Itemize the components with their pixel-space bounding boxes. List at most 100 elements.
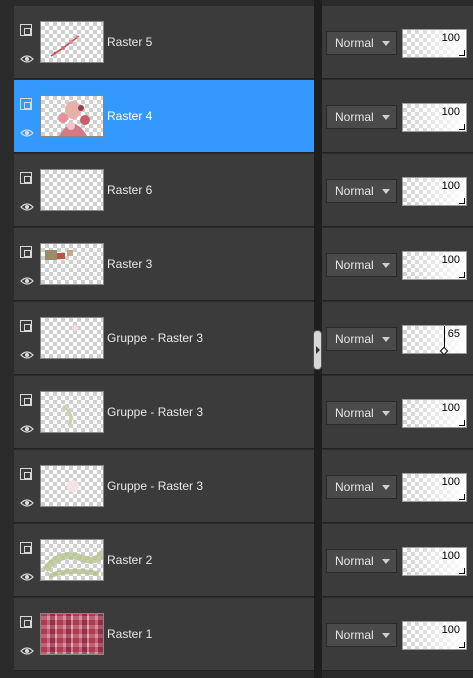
blend-mode-select[interactable]: Normal xyxy=(326,105,397,129)
chevron-down-icon xyxy=(382,411,390,416)
opacity-field[interactable]: 100 xyxy=(402,177,467,206)
opacity-field[interactable]: 65 xyxy=(402,325,467,356)
left-gutter xyxy=(0,0,14,678)
chevron-down-icon xyxy=(382,263,390,268)
layer-thumbnail xyxy=(40,169,104,211)
blend-mode-value: Normal xyxy=(335,554,374,568)
blend-mode-value: Normal xyxy=(335,332,374,346)
opacity-field[interactable]: 100 xyxy=(402,251,467,280)
blend-mode-value: Normal xyxy=(335,36,374,50)
eye-icon[interactable] xyxy=(20,572,34,582)
resize-corner xyxy=(459,642,465,648)
layers-list: Raster 5 Raster 4 Raster 6 Raster 3 Gruppe -… xyxy=(14,6,314,678)
opacity-value: 100 xyxy=(441,254,460,266)
chevron-down-icon xyxy=(382,559,390,564)
blend-mode-value: Normal xyxy=(335,480,374,494)
raster-layer-icon xyxy=(20,246,32,258)
layer-thumbnail xyxy=(40,465,104,507)
chevron-down-icon xyxy=(382,189,390,194)
layer-thumbnail xyxy=(40,21,104,63)
resize-corner xyxy=(459,494,465,500)
opacity-field[interactable]: 100 xyxy=(402,621,467,650)
blend-mode-select[interactable]: Normal xyxy=(326,253,397,277)
opacity-field[interactable]: 100 xyxy=(402,399,467,428)
opacity-value: 100 xyxy=(441,476,460,488)
layer-properties-row: Normal 100 xyxy=(322,228,473,301)
layer-properties-list: Normal 100 Normal 100 Normal 100 Normal 100 Norm… xyxy=(322,6,473,678)
chevron-down-icon xyxy=(382,337,390,342)
eye-icon[interactable] xyxy=(20,498,34,508)
layer-properties-row: Normal 100 xyxy=(322,6,473,79)
resize-corner xyxy=(459,124,465,130)
layer-row[interactable]: Raster 5 xyxy=(14,6,314,79)
eye-icon[interactable] xyxy=(20,424,34,434)
blend-mode-value: Normal xyxy=(335,258,374,272)
chevron-down-icon xyxy=(382,633,390,638)
opacity-field[interactable]: 100 xyxy=(402,29,467,58)
resize-corner xyxy=(459,50,465,56)
blend-mode-select[interactable]: Normal xyxy=(326,475,397,499)
blend-mode-value: Normal xyxy=(335,184,374,198)
layer-row[interactable]: Gruppe - Raster 3 xyxy=(14,302,314,375)
layer-name: Raster 5 xyxy=(107,35,153,49)
layer-properties-row: Normal 100 xyxy=(322,154,473,227)
layer-row[interactable]: Raster 3 xyxy=(14,228,314,301)
blend-mode-value: Normal xyxy=(335,406,374,420)
layer-properties-row: Normal 100 xyxy=(322,80,473,153)
opacity-slider-knob[interactable] xyxy=(439,346,449,356)
raster-layer-icon xyxy=(20,320,32,332)
layer-row[interactable]: Raster 6 xyxy=(14,154,314,227)
layer-thumbnail xyxy=(40,243,104,285)
opacity-value: 100 xyxy=(441,32,460,44)
layer-thumbnail xyxy=(40,95,104,137)
raster-layer-icon xyxy=(20,172,32,184)
opacity-field[interactable]: 100 xyxy=(402,103,467,132)
chevron-down-icon xyxy=(382,41,390,46)
raster-layer-icon xyxy=(20,468,32,480)
blend-mode-select[interactable]: Normal xyxy=(326,549,397,573)
layer-name: Raster 2 xyxy=(107,553,153,567)
layer-properties-row: Normal 100 xyxy=(322,376,473,449)
layer-row[interactable]: Raster 4 xyxy=(14,80,314,153)
chevron-down-icon xyxy=(382,115,390,120)
layer-name: Raster 4 xyxy=(107,109,153,123)
blend-mode-value: Normal xyxy=(335,110,374,124)
opacity-value: 100 xyxy=(441,550,460,562)
layer-thumbnail xyxy=(40,539,104,581)
blend-mode-select[interactable]: Normal xyxy=(326,401,397,425)
blend-mode-select[interactable]: Normal xyxy=(326,623,397,647)
resize-corner xyxy=(459,568,465,574)
opacity-field[interactable]: 100 xyxy=(402,473,467,502)
layer-name: Raster 1 xyxy=(107,627,153,641)
layer-name: Raster 6 xyxy=(107,183,153,197)
eye-icon[interactable] xyxy=(20,276,34,286)
eye-icon[interactable] xyxy=(20,350,34,360)
layer-thumbnail xyxy=(40,391,104,433)
layer-properties-row: Normal 100 xyxy=(322,450,473,523)
blend-mode-select[interactable]: Normal xyxy=(326,31,397,55)
blend-mode-select[interactable]: Normal xyxy=(326,327,397,351)
opacity-value: 100 xyxy=(441,106,460,118)
layer-properties-row: Normal 100 xyxy=(322,598,473,671)
eye-icon[interactable] xyxy=(20,646,34,656)
layer-name: Gruppe - Raster 3 xyxy=(107,479,204,493)
layer-row[interactable]: Raster 1 xyxy=(14,598,314,671)
layer-row[interactable]: Gruppe - Raster 3 xyxy=(14,376,314,449)
resize-corner xyxy=(459,420,465,426)
chevron-down-icon xyxy=(382,485,390,490)
raster-layer-icon xyxy=(20,394,32,406)
eye-icon[interactable] xyxy=(20,54,34,64)
blend-mode-select[interactable]: Normal xyxy=(326,179,397,203)
opacity-field[interactable]: 100 xyxy=(402,547,467,576)
layer-row[interactable]: Gruppe - Raster 3 xyxy=(14,450,314,523)
layer-properties-row: Normal 65 xyxy=(322,302,473,375)
eye-icon[interactable] xyxy=(20,202,34,212)
layer-properties-row: Normal 100 xyxy=(322,524,473,597)
raster-layer-icon xyxy=(20,542,32,554)
opacity-value: 100 xyxy=(441,624,460,636)
opacity-value: 65 xyxy=(447,328,460,340)
panel-collapse-handle[interactable] xyxy=(313,330,322,370)
eye-icon[interactable] xyxy=(20,128,34,138)
layer-row[interactable]: Raster 2 xyxy=(14,524,314,597)
blend-mode-value: Normal xyxy=(335,628,374,642)
